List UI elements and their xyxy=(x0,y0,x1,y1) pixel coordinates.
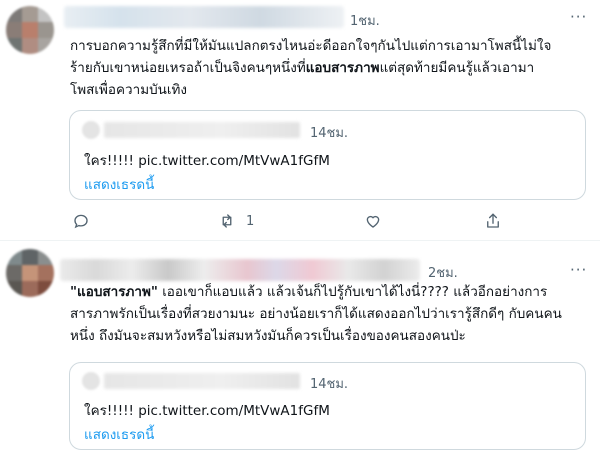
quoted-tweet-text: ใคร!!!!! pic.twitter.com/MtVwA1fGfM xyxy=(84,403,330,419)
quoted-author-redacted xyxy=(104,122,300,138)
tweet-1[interactable]: 1ชม. ··· การบอกความรู้สึกที่มีให้มันแปลก… xyxy=(0,0,600,240)
tweet-text: การบอกความรู้สึกที่มีให้มันแปลกตรงไหนอ่ะ… xyxy=(70,35,551,101)
quoted-tweet-text: ใคร!!!!! pic.twitter.com/MtVwA1fGfM xyxy=(84,153,330,169)
tweet-text-segment: ร้ายกับเขาหน่อยเหรอถ้าเป็นจิงคนๆหนึ่งที่ xyxy=(70,60,306,76)
more-options-icon[interactable]: ··· xyxy=(570,261,587,279)
like-button[interactable] xyxy=(364,212,392,230)
tweet-2[interactable]: 2ชม. ··· "แอบสารภาพ" เออเขาก็แอบแล้ว แล้… xyxy=(0,241,600,459)
quoted-tweet-time[interactable]: 14ชม. xyxy=(310,122,348,143)
tweet-text-segment: เออเขาก็แอบแล้ว แล้วเจ้นก็ไปรู้กับเขาได้… xyxy=(157,284,548,300)
tweet-text-line: หนึ่ง ถึงมันจะสมหวังหรือไม่สมหวังมันก็คว… xyxy=(70,328,466,344)
show-thread-link[interactable]: แสดงเธรดนี้ xyxy=(84,423,154,445)
tweet-text-line: การบอกความรู้สึกที่มีให้มันแปลกตรงไหนอ่ะ… xyxy=(70,38,552,54)
tweet-text-line: สารภาพรักเป็นเรื่องที่สวยงามนะ อย่างน้อย… xyxy=(70,306,562,322)
retweet-icon xyxy=(222,214,232,228)
show-thread-link[interactable]: แสดงเธรดนี้ xyxy=(84,173,154,195)
share-button[interactable] xyxy=(484,212,502,230)
author-name-redacted[interactable] xyxy=(60,259,420,281)
avatar[interactable] xyxy=(6,249,54,297)
quoted-tweet[interactable]: 14ชม. ใคร!!!!! pic.twitter.com/MtVwA1fGf… xyxy=(69,362,586,450)
tweet-text-line: "แอบสารภาพ" เออเขาก็แอบแล้ว แล้วเจ้นก็ไป… xyxy=(70,281,562,303)
quoted-tweet[interactable]: 14ชม. ใคร!!!!! pic.twitter.com/MtVwA1fGf… xyxy=(69,110,586,200)
share-icon xyxy=(487,213,499,228)
quoted-avatar xyxy=(82,121,100,139)
retweet-count: 1 xyxy=(246,213,255,229)
avatar[interactable] xyxy=(6,6,54,54)
tweet-text-bold: แอบสารภาพ xyxy=(305,60,380,76)
reply-button[interactable] xyxy=(72,212,100,230)
tweet-actions: 1 xyxy=(72,212,592,232)
author-name-redacted[interactable] xyxy=(64,6,344,28)
quoted-tweet-time[interactable]: 14ชม. xyxy=(310,373,348,394)
tweet-text-line: ร้ายกับเขาหน่อยเหรอถ้าเป็นจิงคนๆหนึ่งที่… xyxy=(70,57,551,79)
tweet-time[interactable]: 2ชม. xyxy=(428,262,458,283)
quoted-author-redacted xyxy=(104,373,300,389)
tweet-time[interactable]: 1ชม. xyxy=(350,10,380,31)
reply-icon xyxy=(74,214,88,229)
tweet-text-segment: แต่สุดท้ายมีคนรู้แล้วเอามา xyxy=(379,60,535,76)
heart-icon xyxy=(366,215,380,228)
tweet-text-bold: "แอบสารภาพ" xyxy=(70,284,158,300)
tweet-text-line: โพสเพื่อความบันเทิง xyxy=(70,82,188,98)
tweet-text: "แอบสารภาพ" เออเขาก็แอบแล้ว แล้วเจ้นก็ไป… xyxy=(70,281,562,347)
retweet-button[interactable]: 1 xyxy=(218,212,254,230)
quoted-avatar xyxy=(82,372,100,390)
more-options-icon[interactable]: ··· xyxy=(570,8,587,26)
